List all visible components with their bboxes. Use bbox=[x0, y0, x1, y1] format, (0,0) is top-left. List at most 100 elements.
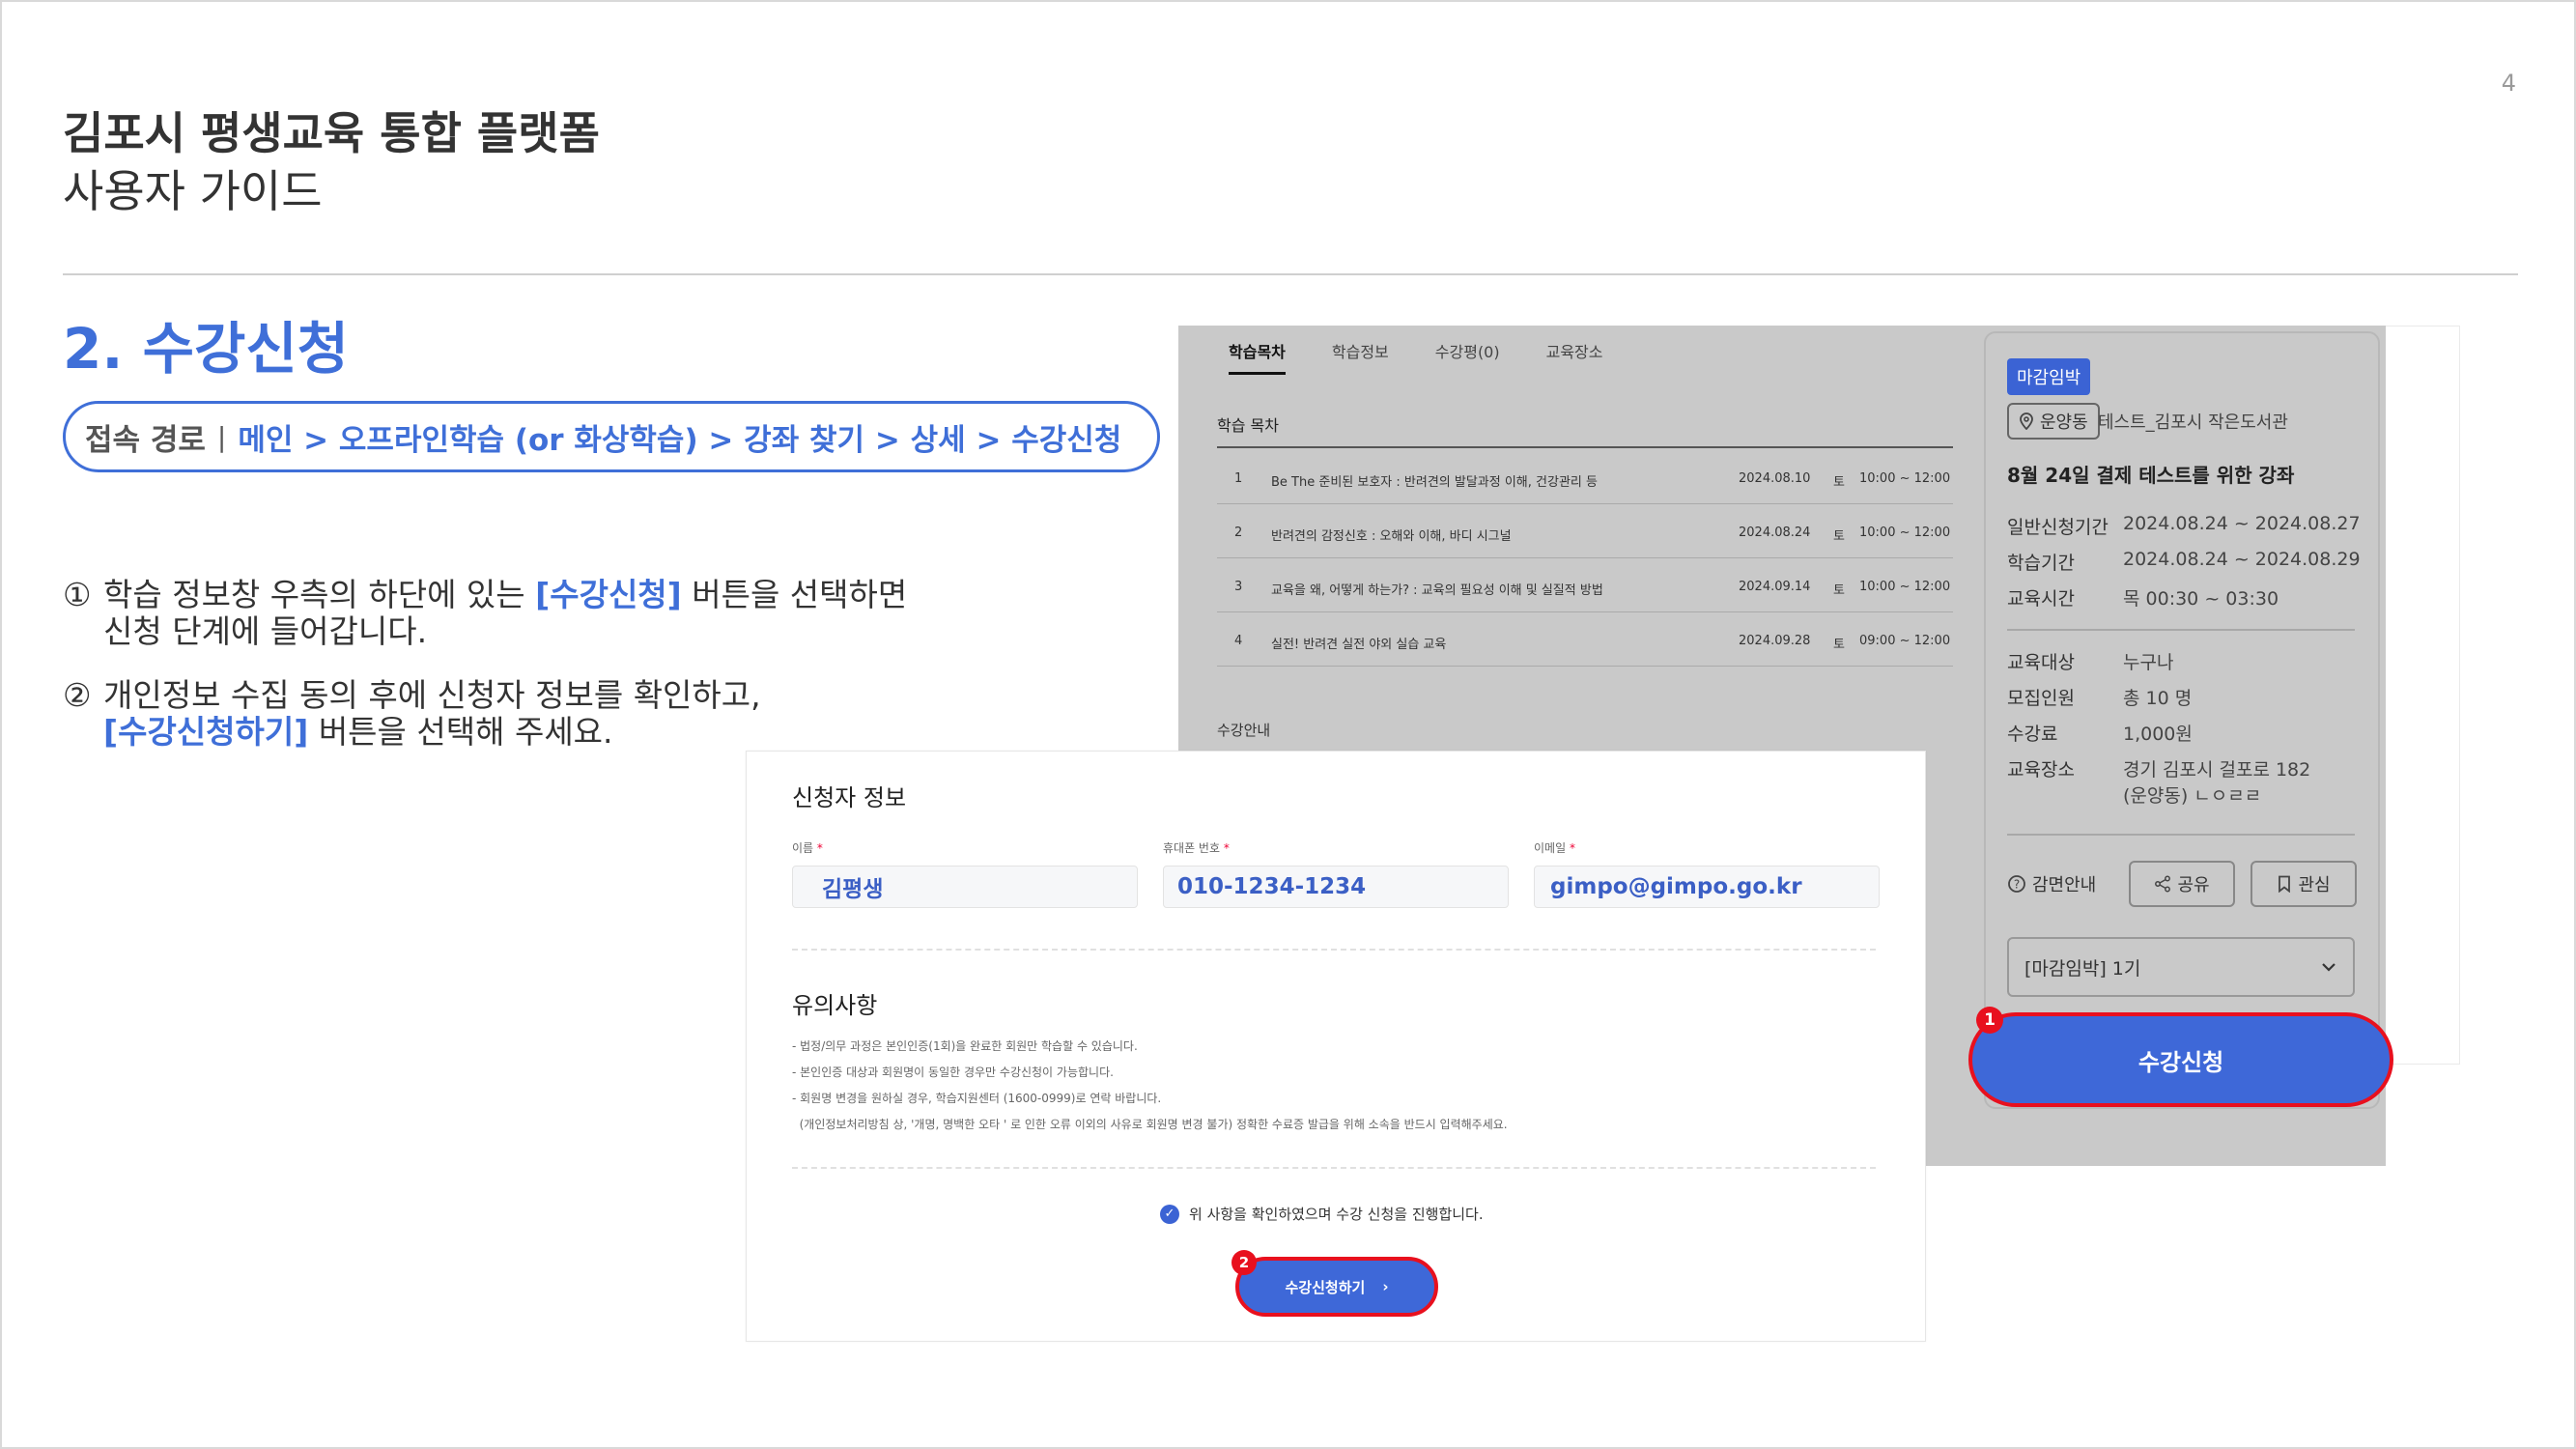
field-label-text: 이름 bbox=[792, 841, 814, 855]
info-value: 1,000원 bbox=[2123, 724, 2193, 745]
notice-item: - 본인인증 대상과 회원명이 동일한 경우만 수강신청이 가능합니다. bbox=[792, 1065, 1114, 1079]
step-highlight: [수강신청하기] bbox=[103, 712, 309, 751]
schedule-row: 교육시간 목 00:30 ~ 03:30 bbox=[2007, 584, 2279, 611]
submit-label: 수강신청하기 bbox=[1285, 1278, 1366, 1296]
access-path-label: 접속 경로 bbox=[85, 422, 206, 458]
card-divider bbox=[2007, 834, 2355, 836]
reduction-label: 감면안내 bbox=[2032, 875, 2097, 895]
step-number: ② bbox=[63, 675, 92, 714]
name-field[interactable]: 김평생 bbox=[792, 866, 1138, 908]
step-text: 개인정보 수집 동의 후에 신청자 정보를 확인하고, [수강신청하기] 버튼을… bbox=[103, 676, 761, 751]
step-marker-2: 2 bbox=[1231, 1250, 1257, 1275]
field-label-text: 이메일 bbox=[1534, 841, 1567, 855]
screenshot-edge bbox=[2383, 326, 2460, 1065]
form-divider bbox=[792, 1167, 1876, 1169]
info-key: 수강료 bbox=[2007, 724, 2058, 745]
step-highlight: [수강신청] bbox=[535, 576, 682, 613]
notice-item: - 회원명 변경을 원하실 경우, 학습지원센터 (1600-0999)로 연락… bbox=[792, 1092, 1162, 1105]
detail-tabs: 학습목차 학습정보 수강평(0) 교육장소 bbox=[1229, 339, 1603, 375]
row-number: 3 bbox=[1234, 580, 1243, 594]
chevron-right-icon: › bbox=[1382, 1278, 1389, 1295]
document-title: 김포시 평생교육 통합 플랫폼 bbox=[63, 107, 600, 159]
email-label: 이메일 * bbox=[1534, 839, 1575, 856]
step-text-part: 학습 정보창 우측의 하단에 있는 bbox=[103, 576, 536, 613]
schedule-value: 2024.08.24 ~ 2024.08.29 bbox=[2123, 549, 2361, 570]
map-pin-icon bbox=[2020, 412, 2033, 430]
name-label: 이름 * bbox=[792, 839, 823, 856]
step-marker-1: 1 bbox=[1976, 1007, 2003, 1034]
tab-course-info[interactable]: 학습정보 bbox=[1332, 339, 1389, 375]
info-value: 총 10 명 bbox=[2123, 688, 2193, 709]
course-title: 8월 24일 결제 테스트를 위한 강좌 bbox=[2007, 464, 2295, 487]
reduction-info-button[interactable]: ? 감면안내 bbox=[2007, 871, 2096, 896]
info-key: 교육장소 bbox=[2007, 759, 2075, 781]
page-number: 4 bbox=[2501, 70, 2516, 97]
row-time: 09:00 ~ 12:00 bbox=[1859, 634, 1951, 648]
row-time: 10:00 ~ 12:00 bbox=[1859, 580, 1951, 594]
share-button[interactable]: 공유 bbox=[2129, 861, 2235, 907]
apply-button-label: 수강신청 bbox=[2137, 1048, 2224, 1076]
info-value: 누구나 bbox=[2123, 652, 2174, 673]
section-title: 2. 수강신청 bbox=[63, 316, 350, 382]
instructions: ① 학습 정보창 우측의 하단에 있는 [수강신청] 버튼을 선택하면 신청 단… bbox=[63, 577, 1106, 778]
curriculum-heading: 학습 목차 bbox=[1217, 416, 1279, 435]
location-name: 테스트_김포시 작은도서관 bbox=[2098, 412, 2288, 433]
address-line-1: 경기 김포시 걸포로 182 bbox=[2123, 759, 2311, 781]
row-number: 1 bbox=[1234, 471, 1243, 486]
instruction-step-1: ① 학습 정보창 우측의 하단에 있는 [수강신청] 버튼을 선택하면 신청 단… bbox=[63, 577, 1106, 650]
curriculum-row: 2 반려견의 감정신호 : 오해와 이해, 바디 시그널 2024.08.24 … bbox=[1217, 504, 1953, 558]
row-date: 2024.09.28 bbox=[1739, 634, 1811, 648]
share-label: 공유 bbox=[2177, 875, 2210, 895]
email-field[interactable]: gimpo@gimpo.go.kr bbox=[1534, 866, 1880, 908]
row-title: Be The 준비된 보호자 : 반려견의 발달과정 이해, 건강관리 등 bbox=[1271, 475, 1598, 490]
svg-text:?: ? bbox=[2014, 878, 2020, 892]
tab-location[interactable]: 교육장소 bbox=[1546, 339, 1603, 375]
phone-label: 휴대폰 번호 * bbox=[1163, 839, 1230, 856]
row-date: 2024.09.14 bbox=[1739, 580, 1811, 594]
curriculum-row: 1 Be The 준비된 보호자 : 반려견의 발달과정 이해, 건강관리 등 … bbox=[1217, 450, 1953, 504]
notice-heading: 유의사항 bbox=[792, 992, 878, 1019]
row-title: 반려견의 감정신호 : 오해와 이해, 바디 시그널 bbox=[1271, 529, 1512, 544]
curriculum-top-rule bbox=[1217, 446, 1953, 448]
step-text-part: 버튼을 선택하면 bbox=[681, 576, 908, 613]
step-text-part: 버튼을 선택해 주세요. bbox=[308, 712, 613, 751]
schedule-key: 일반신청기간 bbox=[2007, 517, 2109, 538]
like-button[interactable]: 관심 bbox=[2250, 861, 2357, 907]
notice-item: - 법정/의무 과정은 본인인증(1회)을 완료한 회원만 학습할 수 있습니다… bbox=[792, 1039, 1138, 1053]
share-icon bbox=[2155, 875, 2171, 893]
course-info-card: 마감임박 운양동 테스트_김포시 작은도서관 8월 24일 결제 테스트를 위한… bbox=[1984, 331, 2380, 1109]
applicant-form-screenshot: 신청자 정보 이름 * 휴대폰 번호 * 이메일 * 김평생 010-1234-… bbox=[746, 751, 1926, 1342]
check-icon: ✓ bbox=[1160, 1204, 1179, 1224]
instruction-step-2: ② 개인정보 수집 동의 후에 신청자 정보를 확인하고, [수강신청하기] 버… bbox=[63, 675, 1106, 751]
session-select[interactable]: [마감임박] 1기 bbox=[2007, 937, 2355, 997]
header-divider bbox=[63, 273, 2518, 275]
card-divider bbox=[2007, 629, 2355, 631]
step-text: 학습 정보창 우측의 하단에 있는 [수강신청] 버튼을 선택하면 신청 단계에… bbox=[103, 577, 907, 650]
row-time: 10:00 ~ 12:00 bbox=[1859, 471, 1951, 486]
submit-apply-button[interactable]: 수강신청하기 › bbox=[1235, 1257, 1438, 1317]
schedule-row: 일반신청기간 2024.08.24 ~ 2024.08.27 bbox=[2007, 513, 2361, 539]
agree-checkbox[interactable]: ✓ 위 사항을 확인하였으며 수강 신청을 진행합니다. bbox=[1160, 1204, 1484, 1224]
location-chip[interactable]: 운양동 bbox=[2007, 403, 2100, 440]
tab-reviews[interactable]: 수강평(0) bbox=[1435, 339, 1500, 375]
row-day: 토 bbox=[1833, 475, 1845, 490]
row-day: 토 bbox=[1833, 583, 1845, 598]
deadline-badge: 마감임박 bbox=[2007, 358, 2091, 395]
access-path-route: 메인 > 오프라인학습 (or 화상학습) > 강좌 찾기 > 상세 > 수강신… bbox=[238, 422, 1122, 458]
info-key: 교육대상 bbox=[2007, 652, 2075, 673]
row-day: 토 bbox=[1833, 638, 1845, 652]
info-value: 경기 김포시 걸포로 182 (운양동) ㄴㅇㄹㄹ bbox=[2123, 755, 2310, 808]
tab-curriculum[interactable]: 학습목차 bbox=[1229, 339, 1286, 375]
agree-text: 위 사항을 확인하였으며 수강 신청을 진행합니다. bbox=[1189, 1206, 1484, 1223]
phone-field[interactable]: 010-1234-1234 bbox=[1163, 866, 1509, 908]
info-row: 교육장소 경기 김포시 걸포로 182 (운양동) ㄴㅇㄹㄹ bbox=[2007, 755, 2310, 808]
form-title: 신청자 정보 bbox=[792, 784, 907, 811]
schedule-key: 학습기간 bbox=[2007, 553, 2075, 574]
required-mark: * bbox=[1569, 841, 1575, 855]
session-select-value: [마감임박] 1기 bbox=[2024, 957, 2141, 980]
row-number: 2 bbox=[1234, 526, 1243, 540]
curriculum-row: 4 실전! 반려견 실전 야외 실습 교육 2024.09.28 토 09:00… bbox=[1217, 612, 1953, 667]
like-label: 관심 bbox=[2298, 875, 2331, 895]
apply-button[interactable]: 수강신청 bbox=[1968, 1012, 2393, 1107]
info-row: 수강료 1,000원 bbox=[2007, 720, 2193, 746]
